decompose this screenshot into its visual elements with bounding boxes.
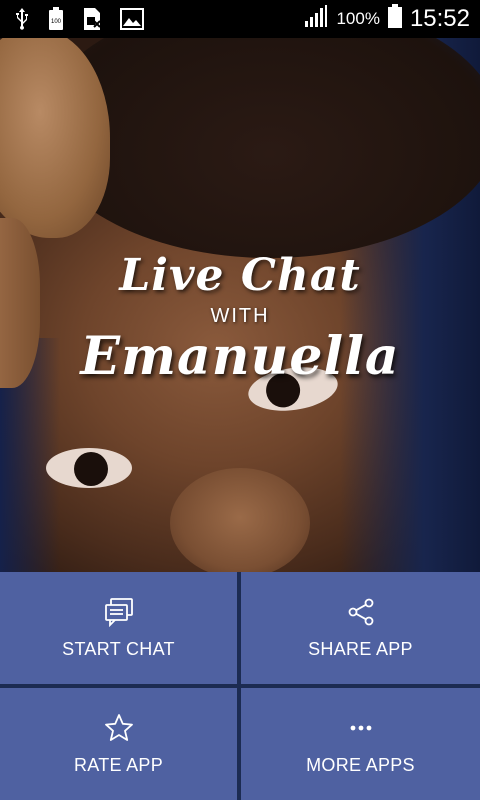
svg-text:100: 100 — [51, 19, 62, 25]
title-live-chat: Live Chat — [119, 250, 361, 301]
more-dots-icon — [346, 713, 376, 755]
chat-icon — [104, 597, 134, 639]
nose-shape — [170, 468, 310, 572]
app-screen: 100 100% 15:52 Live Chat WITH Emanuella … — [0, 0, 480, 800]
menu-grid: START CHAT SHARE APP RATE APP MORE APPS — [0, 572, 480, 800]
image-icon — [120, 8, 144, 35]
share-icon — [346, 597, 376, 639]
battery-percent: 100% — [336, 8, 380, 28]
rate-app-button[interactable]: RATE APP — [0, 688, 237, 800]
signal-icon — [304, 4, 328, 33]
rate-app-label: RATE APP — [73, 754, 164, 775]
clock: 15:52 — [409, 4, 470, 32]
status-bar: 100 100% 15:52 — [0, 0, 480, 38]
usb-icon — [14, 7, 30, 36]
share-app-button[interactable]: SHARE APP — [241, 572, 480, 684]
more-apps-button[interactable]: MORE APPS — [241, 688, 480, 800]
star-icon — [104, 713, 134, 755]
notification-icons: 100 — [14, 7, 144, 36]
system-indicators: 100% 15:52 — [304, 4, 470, 33]
left-eye — [46, 448, 132, 488]
more-apps-label: MORE APPS — [306, 754, 415, 775]
hand-shape — [0, 38, 110, 238]
title-name: Emanuella — [80, 326, 400, 387]
battery-icon — [387, 4, 402, 33]
title-with: WITH — [210, 305, 270, 327]
app-title: Live Chat WITH Emanuella — [0, 250, 480, 387]
battery-100-icon: 100 — [48, 7, 64, 36]
sim-icon — [82, 7, 102, 36]
start-chat-button[interactable]: START CHAT — [0, 572, 237, 684]
share-app-label: SHARE APP — [308, 638, 413, 659]
start-chat-label: START CHAT — [62, 638, 175, 659]
